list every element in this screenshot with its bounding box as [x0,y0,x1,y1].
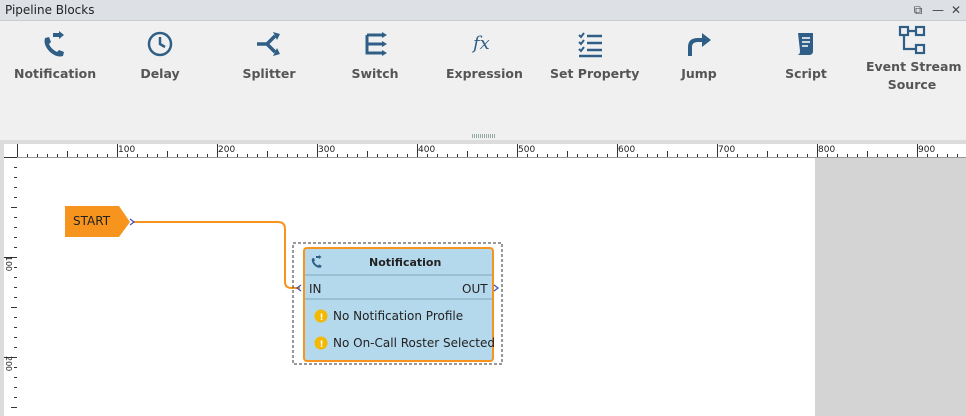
ruler-label-700: 700 [718,145,735,155]
vertical-ruler: 100 200 [4,157,18,416]
splitter-label: Splitter [242,66,296,81]
ruler-label-200: 200 [218,145,235,155]
expression-block-button[interactable]: fx Expression [446,29,523,81]
event-stream-icon [898,25,926,55]
panel-resize-grip[interactable] [472,134,496,138]
ruler-label-100: 100 [118,145,135,155]
event-stream-source-block-button[interactable]: Event Stream Source [866,25,962,94]
switch-icon [365,32,387,56]
pipeline-workarea[interactable] [17,158,815,416]
ruler-label-900: 900 [918,145,935,155]
vruler-label-200: 200 [4,356,13,371]
ruler-label-500: 500 [518,145,535,155]
expression-label: Expression [446,66,523,81]
restore-window-icon[interactable]: ⧉ [910,2,926,18]
clock-icon [147,31,173,57]
switch-block-button[interactable]: Switch [344,29,406,81]
splitter-block-button[interactable]: Splitter [238,29,300,81]
set-property-block-button[interactable]: Set Property [550,29,640,81]
event-stream-label-line2: Source [887,77,937,92]
delay-label: Delay [140,66,180,81]
ruler-label-800: 800 [818,145,835,155]
horizontal-ruler-ticks: 100 200 300 400 500 600 700 800 900 [17,144,958,157]
delay-block-button[interactable]: Delay [130,29,190,81]
phone-forward-icon [44,31,64,57]
panel-title: Pipeline Blocks [5,3,95,17]
event-stream-source-label: Event Stream Source [866,58,962,94]
script-icon [797,33,813,55]
checklist-icon [578,32,602,58]
script-block-button[interactable]: Script [780,29,832,81]
event-stream-label-line1: Event Stream [866,59,962,74]
switch-label: Switch [351,66,399,81]
notification-label: Notification [14,66,97,81]
function-icon: fx [471,33,490,54]
ruler-label-600: 600 [618,145,635,155]
close-icon[interactable]: ✕ [948,2,964,18]
svg-text:fx: fx [471,33,490,54]
splitter-icon [257,32,280,56]
vertical-ruler-ticks: 100 200 [4,157,17,408]
script-label: Script [785,66,827,81]
ruler-label-400: 400 [418,145,435,155]
canvas-overflow-area [815,158,966,416]
minimize-icon[interactable]: — [930,2,946,18]
ruler-label-300: 300 [318,145,335,155]
jump-arrow-icon [688,33,711,56]
set-property-label: Set Property [550,66,640,81]
jump-block-button[interactable]: Jump [674,29,724,81]
jump-label: Jump [681,66,717,81]
horizontal-ruler: 100 200 300 400 500 600 700 800 900 [4,144,966,158]
notification-block-button[interactable]: Notification [14,29,97,81]
pipeline-blocks-toolbar: Notification Delay Splitter Switch fx Ex… [0,21,966,139]
vruler-label-100: 100 [4,256,13,271]
panel-titlebar: Pipeline Blocks ⧉ — ✕ [0,0,966,21]
